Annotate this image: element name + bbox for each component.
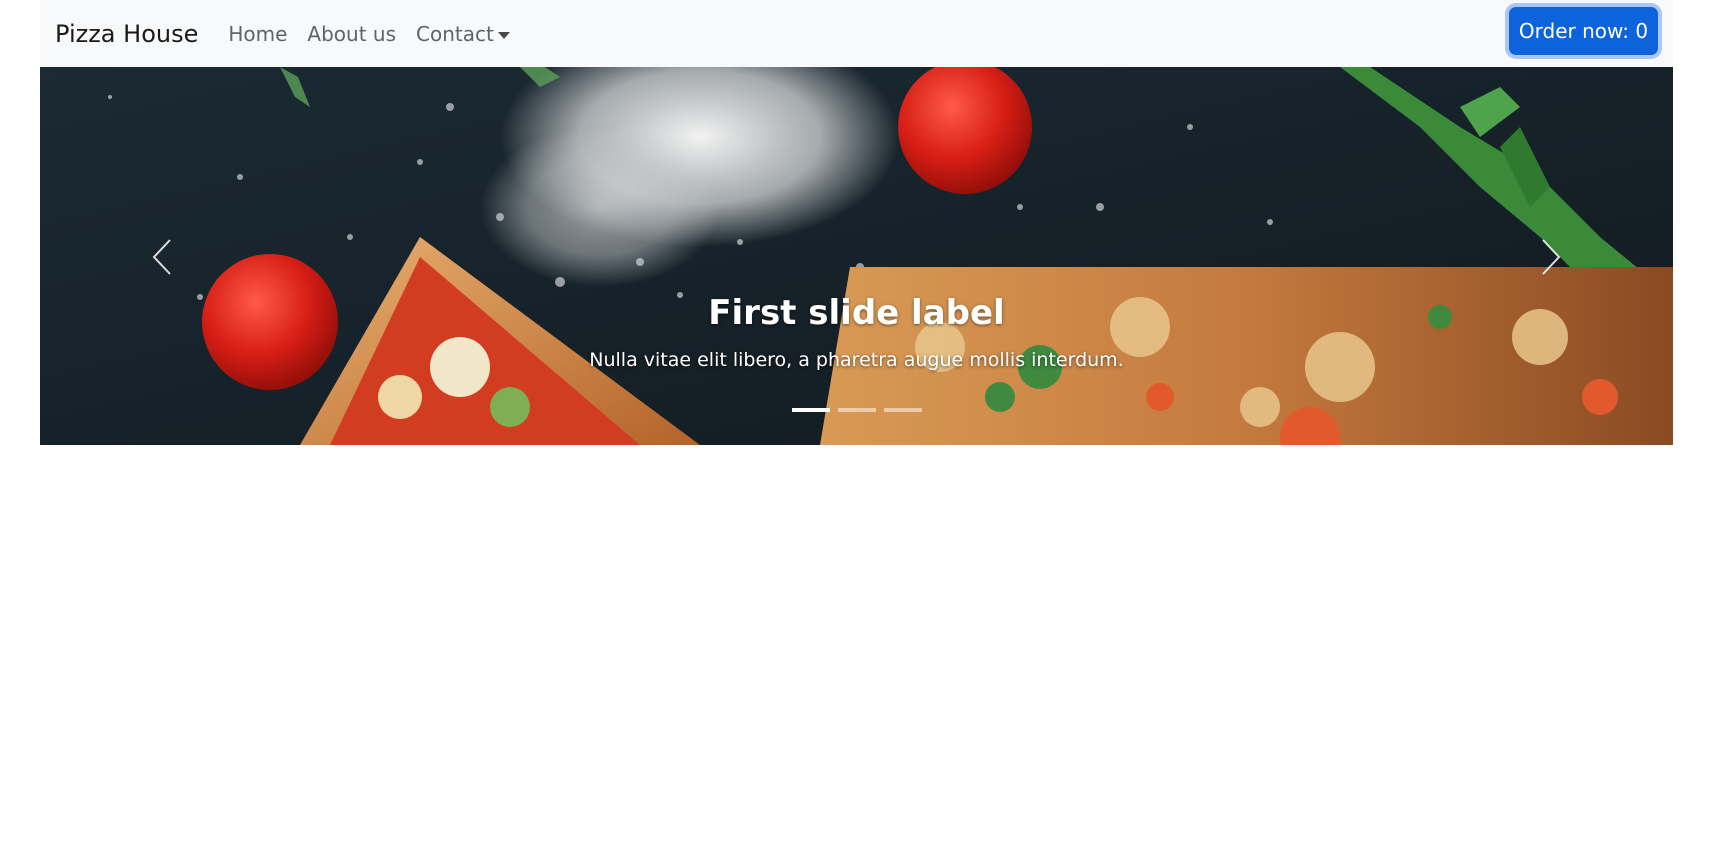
carousel-prev-button[interactable] (132, 217, 192, 297)
caption-text: Nulla vitae elit libero, a pharetra augu… (589, 349, 1124, 371)
carousel-indicators (40, 408, 1673, 412)
carousel-caption: First slide label Nulla vitae elit liber… (40, 293, 1673, 371)
caption-title: First slide label (708, 293, 1005, 333)
carousel-indicator-2[interactable] (837, 408, 876, 412)
brand-link[interactable]: Pizza House (55, 20, 198, 48)
nav-link-contact-label: Contact (416, 21, 494, 46)
carousel-indicator-1[interactable] (791, 408, 830, 412)
nav-link-about[interactable]: About us (307, 22, 396, 46)
chevron-left-icon (152, 239, 171, 275)
order-now-button[interactable]: Order now: 0 (1509, 7, 1658, 55)
chevron-right-icon (1542, 239, 1561, 275)
navbar: Pizza House Home About us Contact Order … (40, 0, 1673, 67)
carousel-image (40, 67, 1673, 445)
caret-down-icon (497, 31, 510, 39)
carousel-indicator-3[interactable] (883, 408, 922, 412)
carousel-next-button[interactable] (1521, 217, 1581, 297)
nav-dropdown-contact[interactable]: Contact (416, 22, 510, 46)
hero-carousel: First slide label Nulla vitae elit liber… (40, 67, 1673, 445)
page-container: Pizza House Home About us Contact Order … (40, 0, 1673, 445)
nav-link-home[interactable]: Home (228, 22, 287, 46)
